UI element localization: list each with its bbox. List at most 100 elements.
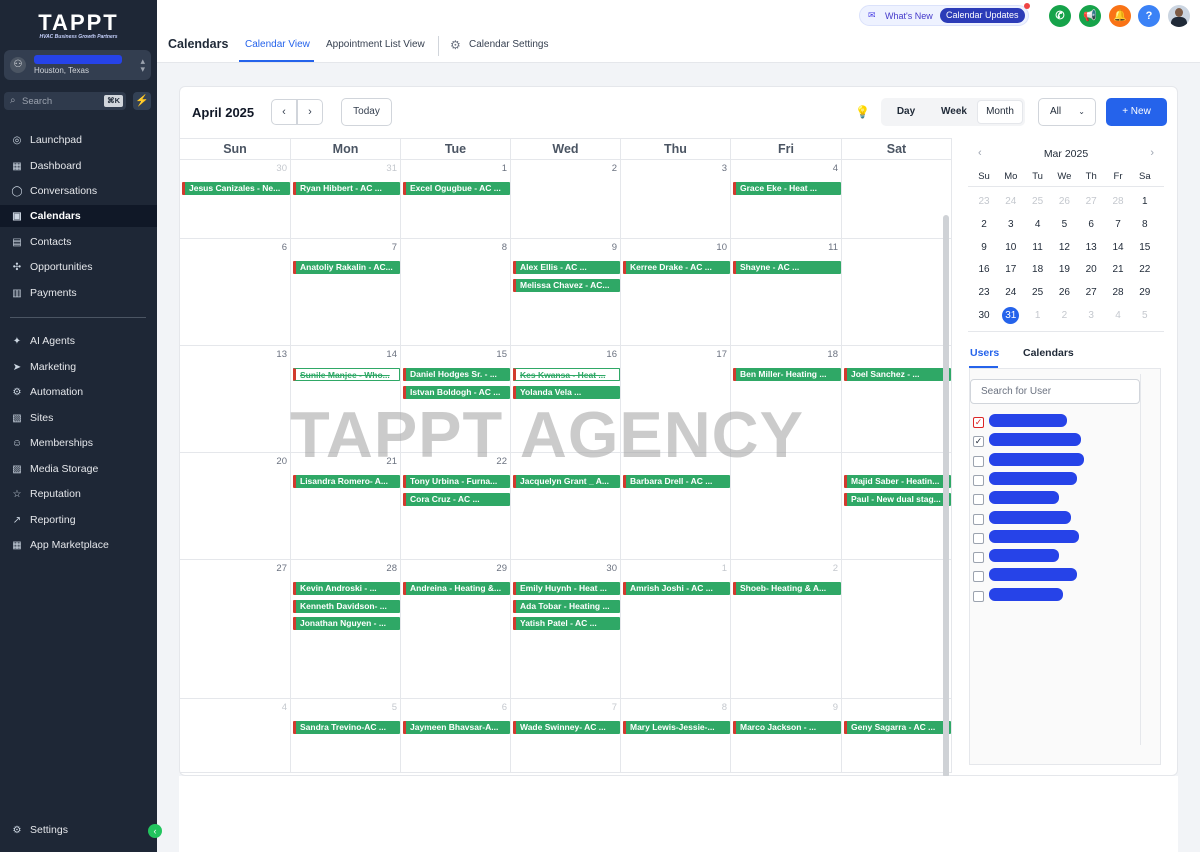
day-cell[interactable]: 1 bbox=[401, 160, 511, 239]
mini-day[interactable]: 26 bbox=[1051, 284, 1077, 302]
user-row[interactable] bbox=[973, 529, 1123, 545]
day-cell[interactable]: 6 bbox=[401, 699, 511, 773]
user-checkbox[interactable] bbox=[973, 532, 984, 544]
mini-day[interactable]: 3 bbox=[998, 216, 1024, 234]
mini-day[interactable]: 19 bbox=[1051, 261, 1077, 279]
bell-icon[interactable]: 🔔 bbox=[1109, 5, 1131, 27]
user-checkbox[interactable]: ✓ bbox=[973, 417, 984, 428]
sidebar-item-automation[interactable]: ⚙ Automation bbox=[0, 381, 157, 403]
appointment-event[interactable]: Melissa Chavez - AC... bbox=[513, 278, 620, 292]
appointment-event[interactable]: Paul - New dual stag... bbox=[844, 492, 951, 506]
appointment-event[interactable]: Andreina - Heating &... bbox=[403, 582, 510, 595]
mini-day[interactable]: 23 bbox=[971, 193, 997, 211]
announcement-icon[interactable]: 📢 bbox=[1079, 5, 1101, 27]
appointment-event[interactable]: Sunile Manjee - Who... bbox=[293, 368, 400, 381]
user-checkbox[interactable] bbox=[973, 494, 984, 506]
sidebar-item-dashboard[interactable]: ▦ Dashboard bbox=[0, 155, 157, 177]
mini-day[interactable]: 4 bbox=[1025, 216, 1051, 234]
user-search-input[interactable]: Search for User bbox=[970, 379, 1140, 404]
day-cell[interactable]: 4 bbox=[731, 160, 842, 239]
mini-day[interactable]: 5 bbox=[1132, 307, 1158, 325]
appointment-event[interactable]: Ben Miller- Heating ... bbox=[733, 368, 841, 381]
day-cell[interactable]: 9 bbox=[731, 699, 842, 773]
day-cell[interactable]: 3 bbox=[621, 160, 731, 239]
sidebar-item-ai-agents[interactable]: ✦ AI Agents bbox=[0, 330, 157, 352]
mini-day[interactable]: 20 bbox=[1078, 261, 1104, 279]
appointment-event[interactable]: Mary Lewis-Jessie-... bbox=[623, 721, 730, 734]
filter-select[interactable]: All ⌄ bbox=[1038, 98, 1096, 126]
user-row[interactable]: ✓ bbox=[973, 414, 1123, 429]
user-row[interactable] bbox=[973, 471, 1123, 487]
appointment-event[interactable]: Marco Jackson - ... bbox=[733, 721, 841, 734]
tab-users[interactable]: Users bbox=[970, 347, 999, 359]
day-cell[interactable]: 5 bbox=[291, 699, 401, 773]
sidebar-item-launchpad[interactable]: ◎ Launchpad bbox=[0, 129, 157, 151]
day-cell[interactable]: 4 bbox=[180, 699, 291, 773]
appointment-event[interactable]: Cora Cruz - AC ... bbox=[403, 492, 510, 506]
appointment-event[interactable]: Anatoliy Rakalin - AC... bbox=[293, 261, 400, 274]
appointment-event[interactable]: Kes Kwansa - Heat ... bbox=[513, 368, 620, 381]
sidebar-item-memberships[interactable]: ☺ Memberships bbox=[0, 432, 157, 454]
tab-calendar-view[interactable]: Calendar View bbox=[245, 39, 310, 50]
appointment-event[interactable]: Jaymeen Bhavsar-A... bbox=[403, 721, 510, 734]
appointment-event[interactable]: Shoeb- Heating & A... bbox=[733, 582, 841, 595]
day-cell[interactable]: 8 bbox=[621, 699, 731, 773]
sidebar-item-opportunities[interactable]: ✣ Opportunities bbox=[0, 256, 157, 278]
appointment-event[interactable]: Daniel Hodges Sr. - ... bbox=[403, 368, 510, 381]
day-cell[interactable]: 13 bbox=[180, 346, 291, 453]
day-cell[interactable]: 27 bbox=[180, 560, 291, 699]
user-checkbox[interactable] bbox=[973, 513, 984, 525]
day-cell[interactable] bbox=[842, 453, 952, 560]
mini-day[interactable]: 14 bbox=[1105, 239, 1131, 257]
mini-day[interactable]: 6 bbox=[1078, 216, 1104, 234]
calendar-vertical-scrollbar[interactable] bbox=[943, 215, 949, 778]
mini-day[interactable]: 5 bbox=[1051, 216, 1077, 234]
mini-next-icon[interactable]: › bbox=[1150, 147, 1154, 159]
day-cell[interactable]: 31 bbox=[291, 160, 401, 239]
mini-day[interactable]: 2 bbox=[1051, 307, 1077, 325]
calendar-updates-pill[interactable]: Calendar Updates bbox=[940, 8, 1025, 23]
day-cell[interactable]: 11 bbox=[731, 239, 842, 346]
day-cell[interactable] bbox=[842, 160, 952, 239]
prev-month-button[interactable]: ‹ bbox=[271, 99, 297, 125]
user-list-scrollbar[interactable] bbox=[1140, 374, 1149, 745]
mini-day[interactable]: 28 bbox=[1105, 193, 1131, 211]
day-cell[interactable]: 10 bbox=[621, 239, 731, 346]
mini-day[interactable]: 24 bbox=[998, 193, 1024, 211]
sidebar-item-calendars[interactable]: ▣ Calendars bbox=[0, 205, 157, 227]
user-avatar[interactable] bbox=[1168, 5, 1190, 27]
mini-day[interactable]: 4 bbox=[1105, 307, 1131, 325]
user-row[interactable] bbox=[973, 568, 1123, 583]
appointment-event[interactable]: Excel Ogugbue - AC ... bbox=[403, 182, 510, 195]
mini-day[interactable]: 16 bbox=[971, 261, 997, 279]
day-cell[interactable]: 7 bbox=[511, 699, 621, 773]
mini-day[interactable]: 17 bbox=[998, 261, 1024, 279]
sidebar-item-settings[interactable]: ⚙ Settings bbox=[0, 819, 157, 841]
day-cell[interactable]: 30 bbox=[180, 160, 291, 239]
day-cell[interactable]: 9 bbox=[511, 239, 621, 346]
mini-day[interactable]: 22 bbox=[1132, 261, 1158, 279]
collapse-sidebar-icon[interactable]: ‹ bbox=[148, 824, 162, 838]
location-switcher[interactable]: ⚇ Houston, Texas ▴ ▾ bbox=[4, 50, 151, 80]
user-row[interactable]: ✓ bbox=[973, 433, 1123, 448]
sidebar-item-media-storage[interactable]: ▨ Media Storage bbox=[0, 458, 157, 480]
today-button[interactable]: Today bbox=[341, 98, 392, 126]
mini-day[interactable]: 3 bbox=[1078, 307, 1104, 325]
mini-day[interactable]: 11 bbox=[1025, 239, 1051, 257]
sidebar-item-reputation[interactable]: ☆ Reputation bbox=[0, 483, 157, 505]
whats-new-banner[interactable]: ✉ What's New Calendar Updates bbox=[859, 3, 1030, 26]
mini-day[interactable]: 13 bbox=[1078, 239, 1104, 257]
next-month-button[interactable]: › bbox=[297, 99, 323, 125]
appointment-event[interactable]: Kerree Drake - AC ... bbox=[623, 261, 730, 274]
mini-day[interactable]: 25 bbox=[1025, 193, 1051, 211]
user-row[interactable] bbox=[973, 587, 1123, 603]
view-week-button[interactable]: Week bbox=[931, 100, 977, 124]
mini-day[interactable]: 24 bbox=[998, 284, 1024, 302]
mini-day[interactable]: 2 bbox=[971, 216, 997, 234]
appointment-event[interactable]: Barbara Drell - AC ... bbox=[623, 475, 730, 488]
appointment-event[interactable]: Kevin Androski - ... bbox=[293, 582, 400, 595]
mini-day[interactable]: 29 bbox=[1132, 284, 1158, 302]
user-row[interactable] bbox=[973, 452, 1123, 468]
mini-day[interactable]: 27 bbox=[1078, 284, 1104, 302]
mini-day[interactable]: 28 bbox=[1105, 284, 1131, 302]
